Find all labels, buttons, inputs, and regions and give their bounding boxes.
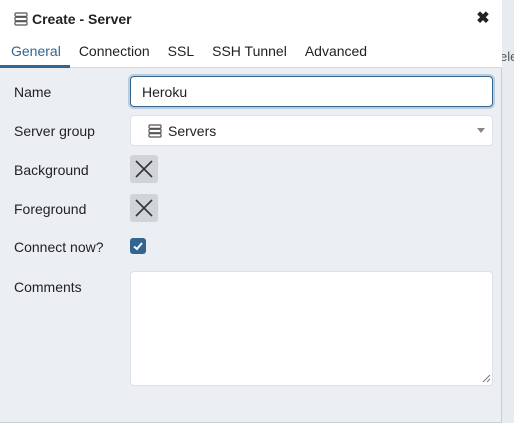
connect-now-checkbox[interactable] [130, 238, 146, 254]
checkmark-icon [133, 242, 143, 251]
foreground-label: Foreground [14, 201, 87, 217]
tab-ssl[interactable]: SSL [159, 38, 203, 68]
server-icon [14, 12, 28, 26]
name-label: Name [14, 84, 52, 100]
background-color-picker[interactable] [130, 155, 158, 183]
background-page-text: ele [500, 49, 514, 64]
connect-now-label: Connect now? [14, 239, 104, 255]
server-group-label: Server group [14, 123, 95, 139]
comments-label: Comments [14, 279, 82, 295]
dialog-titlebar[interactable]: Create - Server ✖ [0, 0, 502, 38]
resize-handle-icon[interactable] [482, 374, 491, 383]
tab-connection[interactable]: Connection [70, 38, 159, 68]
server-group-select[interactable]: Servers [130, 115, 493, 146]
x-icon [135, 160, 153, 178]
server-group-value: Servers [168, 122, 217, 139]
close-button[interactable]: ✖ [475, 10, 491, 28]
foreground-color-picker[interactable] [130, 194, 158, 222]
create-server-dialog: Create - Server ✖ General Connection SSL… [0, 0, 502, 423]
comments-textarea[interactable] [130, 271, 493, 386]
tab-general[interactable]: General [0, 38, 70, 68]
chevron-down-icon [477, 128, 485, 133]
tab-advanced[interactable]: Advanced [296, 38, 376, 68]
x-icon [135, 199, 153, 217]
name-input[interactable] [130, 76, 493, 107]
background-label: Background [14, 162, 89, 178]
dialog-title: Create - Server [32, 11, 132, 27]
tab-bar: General Connection SSL SSH Tunnel Advanc… [0, 38, 502, 68]
server-group-icon [148, 123, 162, 138]
tab-ssh-tunnel[interactable]: SSH Tunnel [203, 38, 296, 68]
